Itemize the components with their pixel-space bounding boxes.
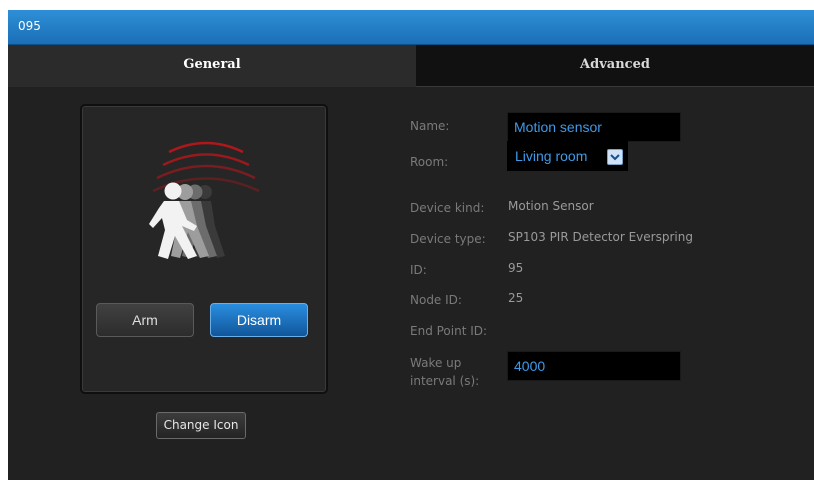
name-input[interactable] [507, 112, 681, 142]
id-value: 95 [508, 261, 524, 275]
node-id-value: 25 [508, 291, 524, 305]
tab-advanced[interactable]: Advanced [416, 45, 814, 87]
device-type-value: SP103 PIR Detector Everspring [508, 230, 693, 244]
node-id-label: Node ID: [410, 293, 462, 307]
change-icon-button[interactable]: Change Icon [156, 412, 246, 439]
device-kind-label: Device kind: [410, 201, 485, 215]
room-select-value: Living room [515, 148, 588, 164]
arm-button[interactable]: Arm [96, 303, 194, 337]
tab-general[interactable]: General [8, 45, 416, 87]
device-icon-panel: Arm Disarm [80, 104, 328, 394]
tab-bar: General Advanced [8, 45, 814, 87]
motion-sensor-icon [149, 141, 260, 259]
id-label: ID: [410, 263, 427, 277]
room-label: Room: [410, 155, 449, 169]
device-kind-value: Motion Sensor [508, 199, 594, 213]
name-label: Name: [410, 119, 450, 133]
end-point-id-label: End Point ID: [410, 324, 488, 338]
wakeup-interval-label-line1: Wake up [410, 356, 462, 370]
disarm-button[interactable]: Disarm [210, 303, 308, 337]
chevron-down-icon [607, 149, 623, 165]
window-title: 095 [18, 19, 41, 33]
device-type-label: Device type: [410, 232, 486, 246]
wakeup-interval-input[interactable] [507, 351, 681, 381]
wakeup-interval-label-line2: interval (s): [410, 374, 480, 388]
title-bar: 095 [8, 10, 814, 45]
room-select[interactable]: Living room [507, 141, 628, 171]
